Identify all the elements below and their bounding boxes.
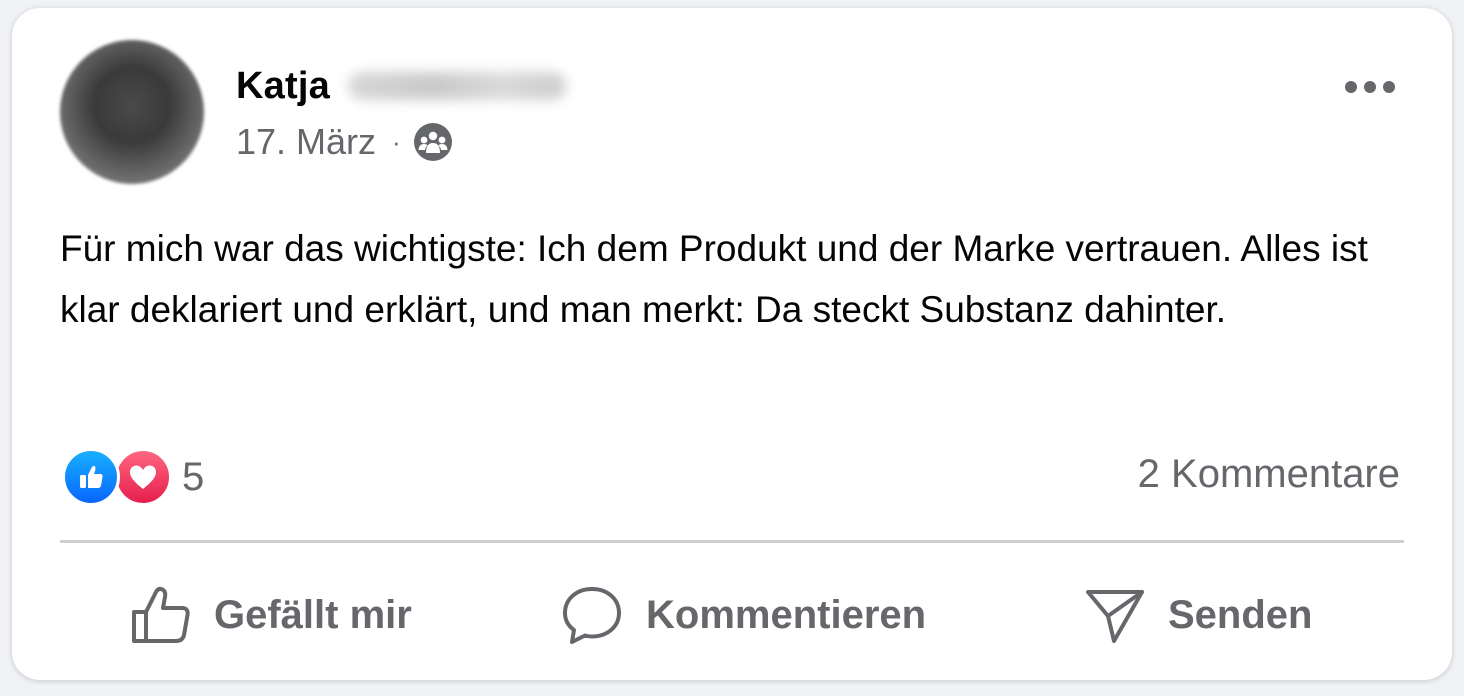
send-icon [1086, 590, 1144, 643]
comments-count-link[interactable]: 2 Kommentare [1138, 452, 1400, 497]
post-card: Katja 17. März · Für mich war das wichti… [12, 8, 1452, 680]
send-button[interactable]: Senden [1084, 580, 1312, 650]
meta-separator: · [392, 126, 401, 157]
author-name[interactable]: Katja [236, 65, 330, 108]
divider [60, 540, 1404, 543]
author-surname-redacted [347, 72, 566, 100]
reaction-count: 5 [182, 454, 205, 499]
reactions-summary[interactable]: 5 [62, 448, 204, 506]
love-icon [114, 448, 172, 506]
more-options-button[interactable] [1340, 72, 1400, 102]
post-date[interactable]: 17. März [236, 121, 376, 163]
like-icon [62, 448, 120, 506]
thumbs-up-icon [132, 586, 190, 643]
like-button-label: Gefällt mir [214, 592, 412, 637]
post-text: Für mich war das wichtigste: Ich dem Pro… [60, 228, 1368, 330]
reaction-icons [62, 448, 174, 506]
avatar[interactable] [60, 40, 204, 184]
post-meta: 17. März · [236, 120, 453, 164]
like-button[interactable]: Gefällt mir [130, 580, 412, 650]
comment-button[interactable]: Kommentieren [560, 580, 926, 650]
send-button-label: Senden [1168, 592, 1313, 637]
group-icon[interactable] [413, 122, 453, 162]
comment-button-label: Kommentieren [646, 592, 927, 637]
comment-bubble-icon [563, 587, 621, 644]
more-horizontal-icon [1345, 81, 1395, 93]
author-name-row: Katja [236, 62, 566, 110]
